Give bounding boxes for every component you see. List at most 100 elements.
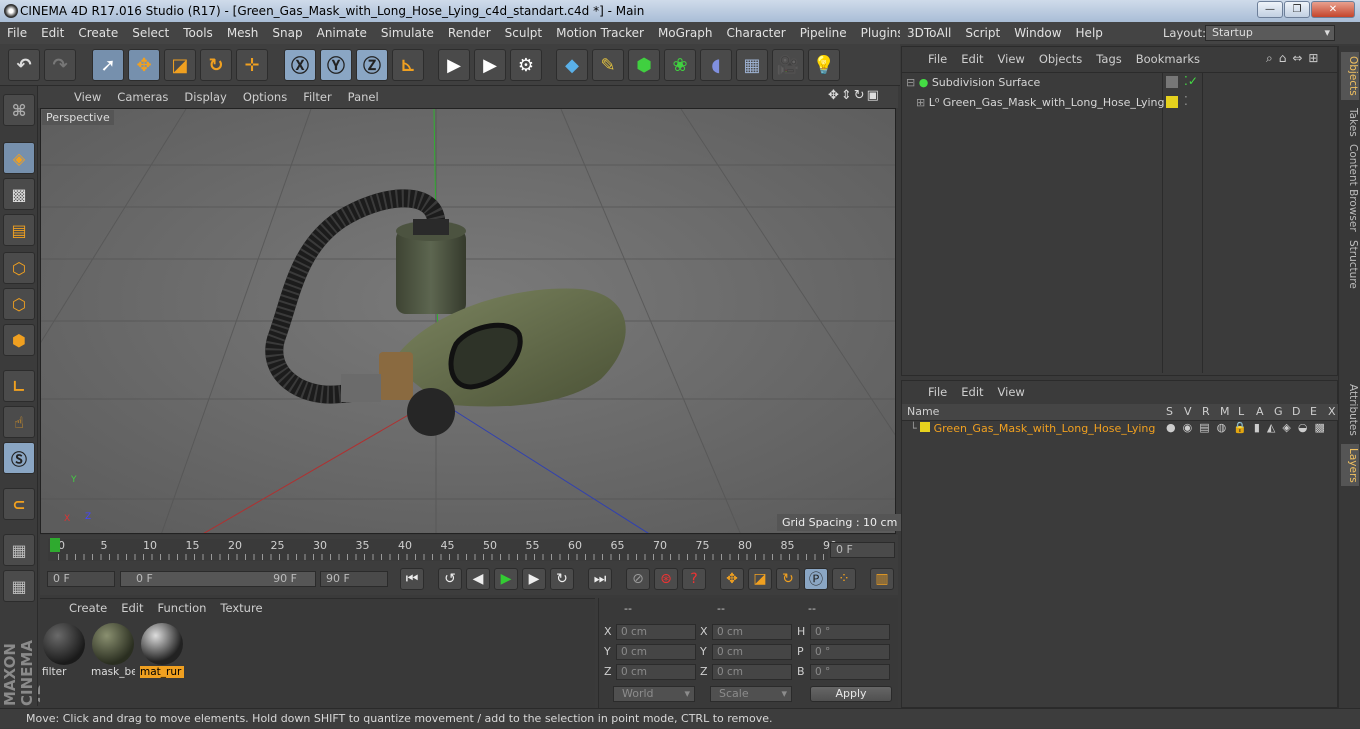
light-icon[interactable]: 💡 [808,49,840,81]
layer-column-x[interactable]: X [1328,405,1336,418]
viewport-perspective[interactable]: Y Z X [40,108,896,534]
menu-create[interactable]: Create [71,26,125,40]
apply-button[interactable]: Apply [810,686,892,702]
points-mode-icon[interactable]: ⬡ [3,252,35,284]
layer-column-s[interactable]: S [1166,405,1173,418]
close-button[interactable]: ✕ [1311,1,1355,18]
material-filter[interactable]: filter [42,622,86,678]
current-frame-marker[interactable] [50,538,60,552]
menu-help[interactable]: Help [1069,26,1110,40]
model-mode-icon[interactable]: ◈ [3,142,35,174]
menu-sculpt[interactable]: Sculpt [498,26,549,40]
layer-menu-view[interactable]: View [991,385,1032,399]
layer-column-m[interactable]: M [1220,405,1230,418]
scale-select[interactable]: Scale ▾ [710,686,792,702]
coord-field[interactable]: 0 cm [712,664,792,680]
y-axis-icon[interactable]: Ⓨ [320,49,352,81]
coord-field[interactable]: 0 ° [810,624,890,640]
menu-motion-tracker[interactable]: Motion Tracker [549,26,651,40]
object-menu-file[interactable]: File [921,52,954,66]
minimize-button[interactable]: — [1257,1,1283,18]
menu-script[interactable]: Script [958,26,1007,40]
subdivision-surface-icon[interactable]: ⬢ [628,49,660,81]
magnet-icon[interactable]: ⊂ [3,488,35,520]
coordinate-system-icon[interactable]: ⊾ [392,49,424,81]
previous-key-icon[interactable]: ↺ [438,568,462,590]
viewport-menu-filter[interactable]: Filter [295,90,339,104]
material-menu-edit[interactable]: Edit [114,601,150,615]
coord-field[interactable]: 0 ° [810,664,890,680]
scale-tool-icon[interactable]: ◪ [164,49,196,81]
keyframe-selection-icon[interactable]: ? [682,568,706,590]
menu-mograph[interactable]: MoGraph [651,26,720,40]
redo-icon[interactable]: ↷ [44,49,76,81]
layer-column-g[interactable]: G [1274,405,1283,418]
world-select[interactable]: World ▾ [613,686,695,702]
layer-color-swatch[interactable] [1166,76,1178,88]
material-mask-be[interactable]: mask_be [91,622,135,678]
workplane-mode-icon[interactable]: ▤ [3,214,35,246]
menu-pipeline[interactable]: Pipeline [793,26,854,40]
material-mat-rur[interactable]: mat_rur [140,622,184,678]
floor-icon[interactable]: ▦ [736,49,768,81]
z-axis-icon[interactable]: Ⓩ [356,49,388,81]
tab-content-browser[interactable]: Content Browser [1341,144,1359,232]
key-pla-icon[interactable]: ⁘ [832,568,856,590]
start-frame-field[interactable]: 0 F [47,571,115,587]
menu-character[interactable]: Character [719,26,792,40]
next-key-icon[interactable]: ↻ [550,568,574,590]
coord-field[interactable]: 0 cm [616,644,696,660]
layout-select[interactable]: Startup ▾ [1205,25,1335,41]
auto-keying-icon[interactable]: ⊛ [654,568,678,590]
layer-column-a[interactable]: A [1256,405,1264,418]
polygons-mode-icon[interactable]: ⬢ [3,324,35,356]
coord-field[interactable]: 0 cm [712,624,792,640]
texture-mode-icon[interactable]: ▩ [3,178,35,210]
layer-row[interactable]: └ Green_Gas_Mask_with_Long_Hose_Lying [910,419,1155,439]
layer-column-l[interactable]: L [1238,405,1244,418]
viewport-menu-panel[interactable]: Panel [340,90,387,104]
viewport-nav-icons[interactable]: ✥⇕↻▣ [828,88,881,103]
current-frame-field[interactable]: 0 F [830,542,895,558]
edges-mode-icon[interactable]: ⬡ [3,288,35,320]
object-menu-edit[interactable]: Edit [954,52,990,66]
menu-animate[interactable]: Animate [310,26,374,40]
tab-attributes[interactable]: Attributes [1341,382,1359,438]
render-view-icon[interactable]: ▶ [438,49,470,81]
tweak-mode-icon[interactable]: ☝ [3,406,35,438]
coord-field[interactable]: 0 ° [810,644,890,660]
range-slider[interactable]: 0 F 90 F [120,571,316,587]
layer-color-swatch[interactable] [1166,96,1178,108]
live-selection-icon[interactable]: ➚ [92,49,124,81]
timeline-ruler[interactable]: 051015202530354045505560657075808590 [48,539,837,561]
render-settings-icon[interactable]: ⚙ [510,49,542,81]
menu-edit[interactable]: Edit [34,26,71,40]
render-picture-viewer-icon[interactable]: ▶ [474,49,506,81]
material-menu-create[interactable]: Create [62,601,114,615]
key-position-icon[interactable]: ✥ [720,568,744,590]
play-icon[interactable]: ▶ [494,568,518,590]
camera-icon[interactable]: 🎥 [772,49,804,81]
enabled-check-icon[interactable]: ⁚✓ [1184,74,1198,88]
layer-menu-file[interactable]: File [921,385,954,399]
layer-menu-edit[interactable]: Edit [954,385,990,399]
menu-window[interactable]: Window [1007,26,1068,40]
visibility-dots-icon[interactable]: ⁚ [1184,94,1188,108]
maximize-button[interactable]: ❐ [1284,1,1310,18]
object-toolbar-icons[interactable]: ⌕⌂⇔⊞ [1266,51,1324,66]
timeline-window-icon[interactable]: ▥ [870,568,894,590]
menu-select[interactable]: Select [125,26,176,40]
key-rotation-icon[interactable]: ↻ [776,568,800,590]
menu-file[interactable]: File [0,26,34,40]
pen-spline-icon[interactable]: ✎ [592,49,624,81]
cloner-icon[interactable]: ❀ [664,49,696,81]
previous-frame-icon[interactable]: ◀ [466,568,490,590]
tab-layers[interactable]: Layers [1341,444,1359,486]
material-menu-texture[interactable]: Texture [213,601,269,615]
record-keys-icon[interactable]: ⊘ [626,568,650,590]
menu-snap[interactable]: Snap [265,26,309,40]
tab-objects[interactable]: Objects [1341,52,1359,100]
lock-workplane-icon[interactable]: ▦ [3,534,35,566]
menu-3dtoall[interactable]: 3DToAll [900,26,958,40]
coord-field[interactable]: 0 cm [616,664,696,680]
